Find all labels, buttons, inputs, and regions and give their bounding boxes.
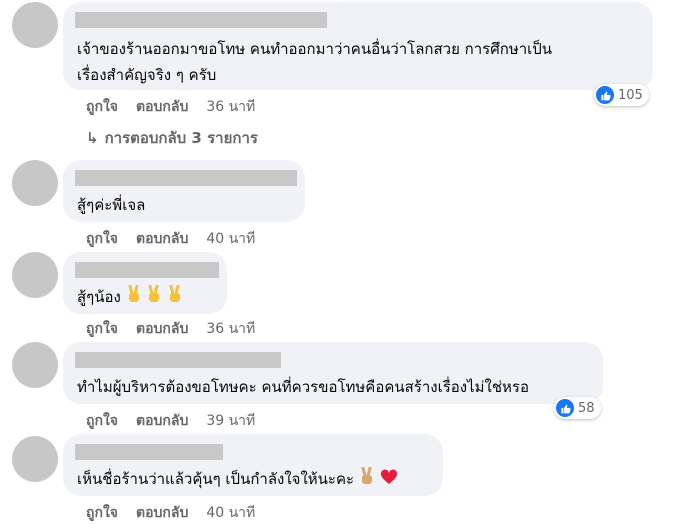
comment-bubble: สู้ๆน้อง (63, 252, 227, 314)
comment-text-line: เจ้าของร้านออกมาขอโทษ คนทำออกมาว่าคนอื่น… (77, 40, 553, 58)
timestamp[interactable]: 36 นาที (206, 99, 255, 115)
like-button[interactable]: ถูกใจ (86, 231, 118, 247)
comment-text: สู้ๆน้อง (77, 288, 121, 306)
red-heart-icon (380, 467, 398, 493)
victory-hand-icon (359, 466, 375, 493)
author-name-redacted[interactable] (75, 444, 223, 460)
comment-text-line: สู้ๆน้อง (77, 284, 183, 311)
comment-text-line: เห็นชื่อร้านว่าแล้วคุ้นๆ เป็นกำลังใจให้น… (77, 466, 398, 493)
reaction-count: 105 (618, 87, 643, 103)
timestamp[interactable]: 40 นาที (206, 505, 255, 521)
author-name-redacted[interactable] (75, 12, 327, 28)
author-name-redacted[interactable] (75, 262, 219, 278)
reply-button[interactable]: ตอบกลับ (136, 231, 188, 247)
like-button[interactable]: ถูกใจ (86, 413, 118, 429)
comment-text: เห็นชื่อร้านว่าแล้วคุ้นๆ เป็นกำลังใจให้น… (77, 470, 355, 488)
reaction-count-badge[interactable]: 105 (594, 84, 649, 106)
victory-hand-icon (146, 284, 162, 311)
reply-button[interactable]: ตอบกลับ (136, 99, 188, 115)
reply-button[interactable]: ตอบกลับ (136, 321, 188, 337)
comment-bubble: เห็นชื่อร้านว่าแล้วคุ้นๆ เป็นกำลังใจให้น… (63, 434, 443, 496)
timestamp[interactable]: 40 นาที (206, 231, 255, 247)
author-name-redacted[interactable] (75, 170, 297, 186)
reply-button[interactable]: ตอบกลับ (136, 505, 188, 521)
victory-hand-icon (167, 284, 183, 311)
timestamp[interactable]: 36 นาที (206, 321, 255, 337)
reply-button[interactable]: ตอบกลับ (136, 413, 188, 429)
avatar[interactable] (12, 252, 58, 298)
reaction-count-badge[interactable]: 58 (554, 397, 601, 419)
like-icon (596, 86, 614, 104)
timestamp[interactable]: 39 นาที (206, 413, 255, 429)
view-replies-link[interactable]: ↳ การตอบกลับ 3 รายการ (86, 126, 258, 150)
like-button[interactable]: ถูกใจ (86, 99, 118, 115)
comment-actions: ถูกใจ ตอบกลับ 36 นาที (86, 96, 255, 118)
comment-bubble: สู้ๆค่ะพี่เจล (63, 160, 305, 222)
victory-hand-icon (126, 284, 142, 311)
avatar[interactable] (12, 160, 58, 206)
comment-bubble: ทำไมผู้บริหารต้องขอโทษคะ คนที่ควรขอโทษคื… (63, 342, 603, 404)
avatar[interactable] (12, 436, 58, 482)
comment-actions: ถูกใจ ตอบกลับ 39 นาที (86, 410, 255, 432)
reaction-count: 58 (578, 400, 595, 416)
comment-text-line: เรื่องสำคัญจริง ๆ ครับ (77, 66, 217, 84)
avatar[interactable] (12, 2, 58, 48)
like-button[interactable]: ถูกใจ (86, 321, 118, 337)
comment-text-line: สู้ๆค่ะพี่เจล (77, 196, 146, 214)
comment-actions: ถูกใจ ตอบกลับ 40 นาที (86, 502, 255, 524)
comment-actions: ถูกใจ ตอบกลับ 36 นาที (86, 318, 255, 340)
comment-actions: ถูกใจ ตอบกลับ 40 นาที (86, 228, 255, 250)
like-button[interactable]: ถูกใจ (86, 505, 118, 521)
like-icon (556, 399, 574, 417)
author-name-redacted[interactable] (75, 352, 281, 368)
comment-text-line: ทำไมผู้บริหารต้องขอโทษคะ คนที่ควรขอโทษคื… (77, 378, 529, 396)
avatar[interactable] (12, 342, 58, 388)
reply-arrow-icon: ↳ (86, 129, 99, 147)
replies-label: การตอบกลับ 3 รายการ (104, 129, 258, 147)
comment-bubble: เจ้าของร้านออกมาขอโทษ คนทำออกมาว่าคนอื่น… (63, 2, 653, 90)
